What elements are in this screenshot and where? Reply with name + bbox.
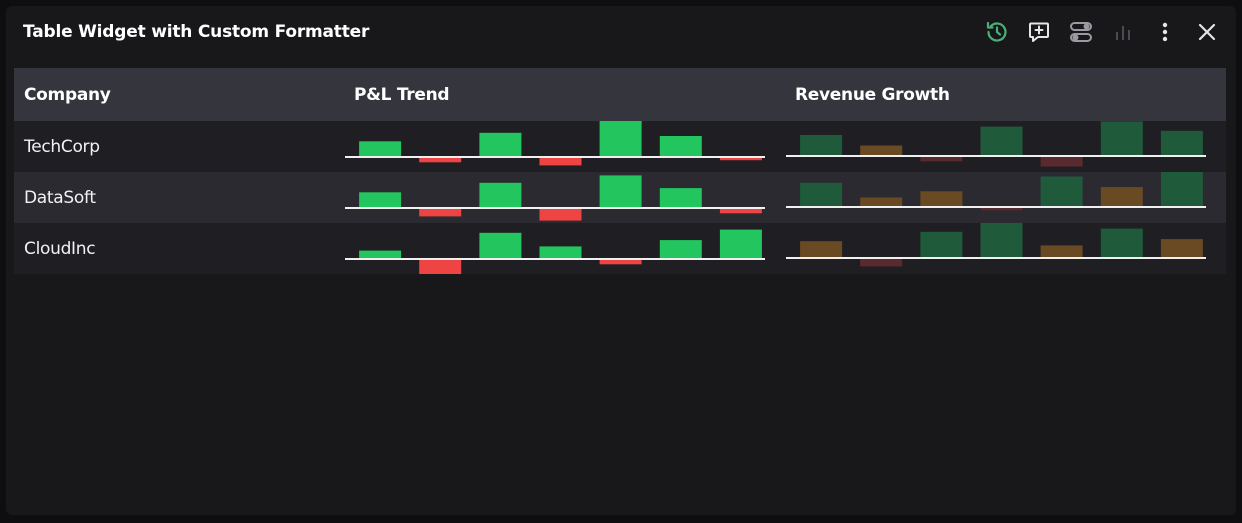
table-row[interactable]: CloudInc: [14, 223, 1226, 274]
pnl-bar: [659, 240, 702, 259]
table-widget: Table Widget with Custom Formatter Compa…: [6, 6, 1236, 515]
pnl-bar: [539, 246, 582, 259]
close-button[interactable]: [1186, 19, 1228, 45]
growth-bar: [800, 182, 843, 207]
growth-bar: [1100, 187, 1143, 207]
revenue-growth-cell: [785, 172, 1226, 223]
growth-bar: [920, 231, 963, 259]
settings-button[interactable]: [1060, 19, 1102, 45]
column-header-company[interactable]: Company: [14, 68, 344, 121]
revenue-growth-cell: [785, 223, 1226, 274]
revenue-growth-sparkline: [786, 121, 1206, 167]
growth-bar: [1040, 176, 1083, 207]
pnl-bar: [659, 136, 702, 157]
column-header-pnl-trend[interactable]: P&L Trend: [344, 68, 785, 121]
bar-chart-icon: [1113, 22, 1133, 42]
growth-bar: [920, 191, 963, 208]
growth-bar: [1100, 121, 1143, 156]
pnl-bar: [359, 141, 402, 158]
pnl-trend-cell: [344, 172, 785, 223]
growth-bar: [1040, 245, 1083, 258]
growth-bar: [800, 241, 843, 258]
pnl-bar: [539, 208, 582, 221]
pnl-bar: [359, 250, 402, 259]
more-vertical-icon: [1161, 21, 1169, 43]
pnl-trend-sparkline: [345, 229, 765, 274]
growth-bar: [980, 223, 1023, 258]
pnl-bar: [419, 208, 462, 217]
history-button[interactable]: [976, 19, 1018, 45]
close-icon: [1197, 22, 1217, 42]
growth-bar: [1160, 130, 1203, 156]
pnl-bar: [479, 132, 522, 157]
widget-title: Table Widget with Custom Formatter: [23, 22, 370, 42]
growth-bar: [1160, 172, 1203, 207]
column-header-revenue-growth[interactable]: Revenue Growth: [785, 68, 1226, 121]
revenue-growth-sparkline: [786, 172, 1206, 211]
data-table: Company P&L Trend Revenue Growth TechCor…: [14, 68, 1226, 274]
company-cell: TechCorp: [14, 121, 344, 172]
growth-bar: [860, 145, 903, 156]
revenue-growth-sparkline: [786, 223, 1206, 267]
growth-bar: [1100, 228, 1143, 258]
pnl-bar: [479, 182, 522, 208]
pnl-bar: [539, 157, 582, 166]
revenue-growth-cell: [785, 121, 1226, 172]
company-cell: DataSoft: [14, 172, 344, 223]
table-row[interactable]: TechCorp: [14, 121, 1226, 172]
table-row[interactable]: DataSoft: [14, 172, 1226, 223]
comment-add-icon: [1027, 20, 1051, 44]
add-comment-button[interactable]: [1018, 19, 1060, 45]
pnl-trend-sparkline: [345, 121, 765, 166]
company-cell: CloudInc: [14, 223, 344, 274]
growth-bar: [860, 258, 903, 267]
pnl-bar: [479, 232, 522, 260]
growth-bar: [1160, 239, 1203, 258]
pnl-bar: [659, 188, 702, 208]
more-options-button[interactable]: [1144, 19, 1186, 45]
growth-bar: [1040, 156, 1083, 167]
settings-toggles-icon: [1069, 20, 1093, 44]
pnl-bar: [359, 192, 402, 209]
chart-button[interactable]: [1102, 19, 1144, 45]
growth-bar: [980, 126, 1023, 156]
widget-toolbar: [976, 19, 1228, 45]
pnl-bar: [599, 175, 642, 208]
pnl-bar: [419, 259, 462, 274]
pnl-bar: [719, 229, 762, 259]
history-icon: [984, 19, 1010, 45]
pnl-trend-sparkline: [345, 175, 765, 221]
pnl-trend-cell: [344, 121, 785, 172]
table-header-row: Company P&L Trend Revenue Growth: [14, 68, 1226, 121]
pnl-trend-cell: [344, 223, 785, 274]
growth-bar: [860, 197, 903, 207]
growth-bar: [800, 135, 843, 156]
pnl-bar: [599, 121, 642, 157]
